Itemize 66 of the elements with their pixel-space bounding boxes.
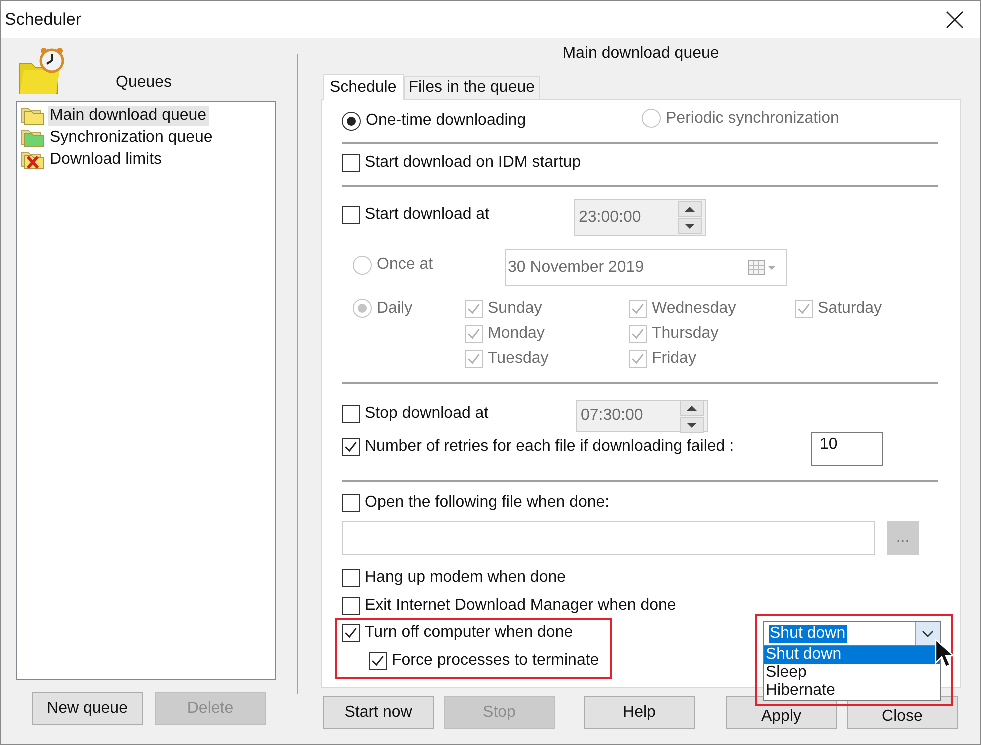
time-field[interactable]: 07:30:00 bbox=[576, 400, 708, 432]
queue-item[interactable]: Main download queue bbox=[17, 105, 275, 127]
spin-up-icon[interactable] bbox=[678, 201, 702, 217]
radio-label: Daily bbox=[377, 300, 413, 318]
window-title: Scheduler bbox=[5, 10, 82, 30]
checkbox[interactable] bbox=[342, 597, 360, 615]
time-value: 23:00:00 bbox=[579, 208, 642, 226]
checkbox-label: Stop download at bbox=[365, 404, 489, 422]
checkbox-label: Number of retries for each file if downloading failed : bbox=[365, 438, 734, 456]
checkbox-label: Hang up modem when done bbox=[365, 569, 566, 587]
action-dropdown[interactable]: Shut down bbox=[763, 621, 941, 646]
checkbox-label: Thursday bbox=[652, 324, 719, 342]
checkbox-label: Start download at bbox=[365, 206, 490, 224]
checkbox-label: Exit Internet Download Manager when done bbox=[365, 597, 676, 615]
tab[interactable]: Files in the queue bbox=[404, 76, 540, 99]
radio-label: Periodic synchronization bbox=[666, 110, 840, 128]
folder-icon bbox=[21, 128, 45, 148]
dialog-button[interactable]: Start now bbox=[323, 696, 434, 729]
close-icon[interactable] bbox=[946, 10, 964, 28]
tab[interactable]: Schedule bbox=[323, 74, 404, 100]
checkbox-label: Monday bbox=[488, 324, 545, 342]
queue-item[interactable]: Synchronization queue bbox=[17, 127, 275, 149]
checkbox-label: Turn off computer when done bbox=[365, 624, 574, 642]
date-value: 30 November 2019 bbox=[508, 258, 644, 276]
checkbox-label: Sunday bbox=[488, 300, 542, 318]
spin-down-icon[interactable] bbox=[680, 416, 704, 432]
folder-icon bbox=[21, 106, 45, 126]
checkbox-label: Tuesday bbox=[488, 350, 549, 368]
queue-label: Main download queue bbox=[48, 106, 209, 126]
checkbox-label: Start download on IDM startup bbox=[365, 154, 582, 172]
checkbox[interactable] bbox=[342, 438, 360, 456]
checkbox[interactable] bbox=[342, 494, 360, 512]
time-value: 07:30:00 bbox=[581, 407, 644, 425]
queue-label: Synchronization queue bbox=[49, 128, 214, 148]
checkbox-label: Saturday bbox=[818, 300, 882, 318]
folder-clock-icon bbox=[18, 48, 66, 96]
checkbox-label: Wednesday bbox=[652, 300, 736, 318]
radio-label: Once at bbox=[377, 256, 434, 274]
checkbox[interactable] bbox=[342, 206, 360, 224]
spin-up-icon[interactable] bbox=[680, 400, 704, 416]
radio-button[interactable] bbox=[342, 112, 361, 130]
dropdown-option[interactable]: Shut down bbox=[764, 646, 940, 664]
time-field[interactable]: 23:00:00 bbox=[574, 199, 706, 236]
checkbox-label: Force processes to terminate bbox=[392, 652, 600, 670]
spin-down-icon[interactable] bbox=[678, 218, 702, 234]
queue-title: Main download queue bbox=[562, 45, 720, 64]
dropdown-option[interactable]: Sleep bbox=[764, 664, 940, 682]
checkbox[interactable] bbox=[369, 652, 387, 670]
queue-label: Download limits bbox=[49, 150, 164, 170]
checkbox[interactable] bbox=[342, 624, 360, 642]
chevron-down-icon[interactable] bbox=[915, 622, 940, 645]
file-path-field[interactable] bbox=[342, 521, 875, 555]
queues-heading: Queues bbox=[116, 74, 172, 92]
checkbox-label: Open the following file when done: bbox=[365, 494, 610, 512]
queue-button[interactable]: New queue bbox=[32, 692, 143, 725]
radio-label: One-time downloading bbox=[366, 112, 526, 130]
folder-cross-icon bbox=[21, 150, 45, 170]
checkbox-label: Friday bbox=[652, 350, 696, 368]
dialog-button[interactable]: Help bbox=[584, 696, 695, 729]
retries-field[interactable]: 10 bbox=[811, 432, 883, 466]
checkbox[interactable] bbox=[342, 569, 360, 587]
checkbox[interactable] bbox=[342, 404, 360, 422]
checkbox[interactable] bbox=[342, 154, 360, 172]
queue-item[interactable]: Download limits bbox=[17, 149, 275, 171]
dropdown-value: Shut down bbox=[769, 624, 847, 642]
date-field[interactable]: 30 November 2019 bbox=[505, 249, 787, 286]
